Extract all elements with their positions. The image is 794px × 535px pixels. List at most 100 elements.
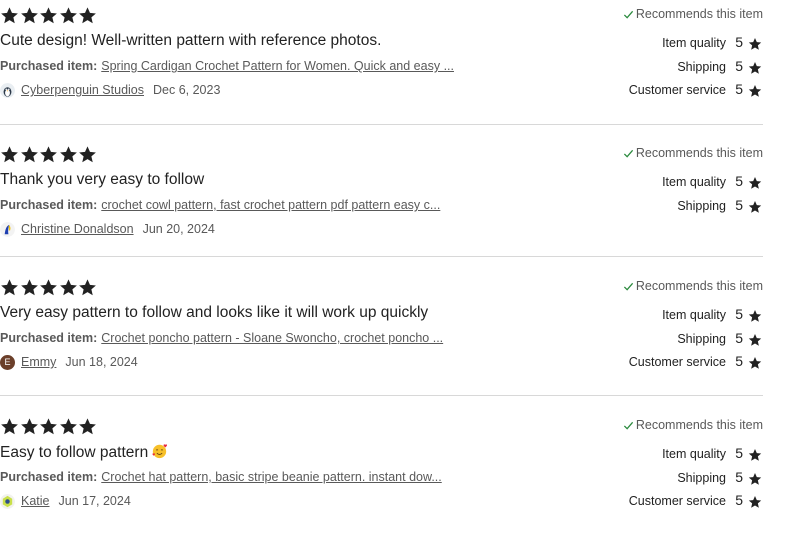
rating-label: Item quality	[662, 447, 726, 461]
author-link[interactable]: Christine Donaldson	[21, 222, 134, 236]
review-meta: E Emmy Jun 18, 2024	[0, 353, 138, 371]
star-icon	[78, 278, 97, 297]
star-icon	[39, 6, 58, 25]
rating-value: 5	[735, 173, 743, 189]
rating-value: 5	[735, 196, 743, 213]
rating-breakdown: Item quality 5 Shipping 5 Customer servi…	[563, 445, 763, 516]
purchased-item-label: Purchased item:	[0, 470, 98, 484]
rating-row-item-quality: Item quality 5	[563, 34, 763, 58]
rating-label: Item quality	[662, 175, 726, 189]
purchased-item-line: Purchased item: Crochet poncho pattern - …	[0, 331, 467, 345]
avatar[interactable]: E	[0, 354, 15, 370]
star-icon	[20, 417, 39, 436]
star-icon	[39, 417, 58, 436]
rating-row-customer-service: Customer service 5	[563, 353, 763, 377]
rating-value: 5	[735, 57, 743, 74]
star-icon	[0, 6, 19, 25]
star-icon	[20, 6, 39, 25]
star-icon	[748, 472, 762, 486]
review-divider	[0, 395, 763, 396]
star-icon	[0, 145, 19, 164]
review-meta: Cyberpenguin Studios Dec 6, 2023	[0, 81, 220, 99]
star-icon	[0, 278, 19, 297]
star-icon	[59, 278, 78, 297]
rating-label: Item quality	[662, 308, 726, 322]
rating-label: Shipping	[677, 331, 726, 346]
purchased-item-link[interactable]: crochet cowl pattern, fast crochet patte…	[101, 198, 467, 212]
avatar[interactable]	[0, 493, 15, 509]
star-icon	[20, 145, 39, 164]
rating-row-customer-service: Customer service 5	[563, 492, 763, 516]
rating-row-shipping: Shipping 5	[563, 197, 763, 221]
rating-label: Shipping	[677, 470, 726, 485]
star-icon	[78, 145, 97, 164]
purchased-item-line: Purchased item: Spring Cardigan Crochet P…	[0, 59, 467, 73]
purchased-item-link[interactable]: Crochet poncho pattern - Sloane Swoncho,…	[101, 331, 467, 345]
rating-value: 5	[735, 492, 743, 508]
rating-breakdown: Item quality 5 Shipping 5 Customer servi…	[563, 34, 763, 105]
rating-breakdown: Item quality 5 Shipping 5 Customer servi…	[563, 306, 763, 377]
purchased-item-line: Purchased item: crochet cowl pattern, fas…	[0, 198, 467, 212]
review-text: Thank you very easy to follow	[0, 171, 205, 188]
review-date: Dec 6, 2023	[153, 83, 221, 97]
review-date: Jun 20, 2024	[142, 222, 215, 236]
checkmark-icon	[623, 10, 633, 19]
recommends-badge: Recommends this item	[623, 418, 763, 432]
rating-value: 5	[735, 34, 743, 50]
rating-row-item-quality: Item quality 5	[563, 306, 763, 330]
recommends-text: Recommends this item	[635, 146, 763, 160]
rating-row-item-quality: Item quality 5	[563, 173, 763, 197]
rating-value: 5	[735, 306, 743, 322]
star-icon	[748, 61, 762, 75]
review-text: Easy to follow pattern	[0, 443, 168, 462]
star-icon	[20, 278, 39, 297]
rating-label: Shipping	[677, 198, 726, 213]
checkmark-icon	[623, 149, 633, 158]
review-divider	[0, 124, 763, 125]
rating-label: Shipping	[677, 59, 726, 74]
rating-breakdown: Item quality 5 Shipping 5	[563, 173, 763, 220]
rating-value: 5	[735, 468, 743, 485]
review-meta: Christine Donaldson Jun 20, 2024	[0, 220, 215, 238]
star-icon	[78, 417, 97, 436]
rating-value: 5	[735, 81, 743, 97]
star-icon	[748, 309, 762, 323]
star-rating	[0, 417, 98, 437]
purchased-item-line: Purchased item: Crochet hat pattern, basi…	[0, 470, 467, 484]
author-link[interactable]: Katie	[21, 494, 50, 508]
star-icon	[78, 6, 97, 25]
star-rating	[0, 6, 98, 26]
review-card: Thank you very easy to follow Purchased …	[0, 145, 763, 245]
rating-row-item-quality: Item quality 5	[563, 445, 763, 469]
recommends-badge: Recommends this item	[623, 279, 763, 293]
review-text: Very easy pattern to follow and looks li…	[0, 304, 429, 321]
purchased-item-link[interactable]: Crochet hat pattern, basic stripe beanie…	[101, 470, 467, 484]
star-icon	[748, 176, 762, 190]
recommends-text: Recommends this item	[635, 7, 763, 21]
author-link[interactable]: Emmy	[21, 355, 56, 369]
rating-label: Customer service	[628, 494, 726, 508]
purchased-item-label: Purchased item:	[0, 198, 98, 212]
star-icon	[748, 356, 762, 370]
review-card: Cute design! Well-written pattern with r…	[0, 6, 763, 106]
recommends-badge: Recommends this item	[623, 146, 763, 160]
purchased-item-link[interactable]: Spring Cardigan Crochet Pattern for Wome…	[101, 59, 467, 73]
avatar[interactable]	[0, 221, 15, 237]
review-card: Easy to follow pattern Purchased item: Cr…	[0, 417, 763, 517]
star-icon	[0, 417, 19, 436]
recommends-badge: Recommends this item	[623, 7, 763, 21]
review-text-content: Easy to follow pattern	[0, 444, 149, 461]
star-rating	[0, 278, 98, 298]
star-icon	[59, 6, 78, 25]
author-link[interactable]: Cyberpenguin Studios	[21, 83, 144, 97]
purchased-item-label: Purchased item:	[0, 331, 98, 345]
review-date: Jun 17, 2024	[58, 494, 131, 508]
review-text: Cute design! Well-written pattern with r…	[0, 32, 382, 49]
recommends-text: Recommends this item	[635, 418, 763, 432]
star-rating	[0, 145, 98, 165]
avatar[interactable]	[0, 82, 15, 98]
rating-row-shipping: Shipping 5	[563, 58, 763, 82]
checkmark-icon	[623, 421, 633, 430]
star-icon	[748, 448, 762, 462]
star-icon	[59, 417, 78, 436]
